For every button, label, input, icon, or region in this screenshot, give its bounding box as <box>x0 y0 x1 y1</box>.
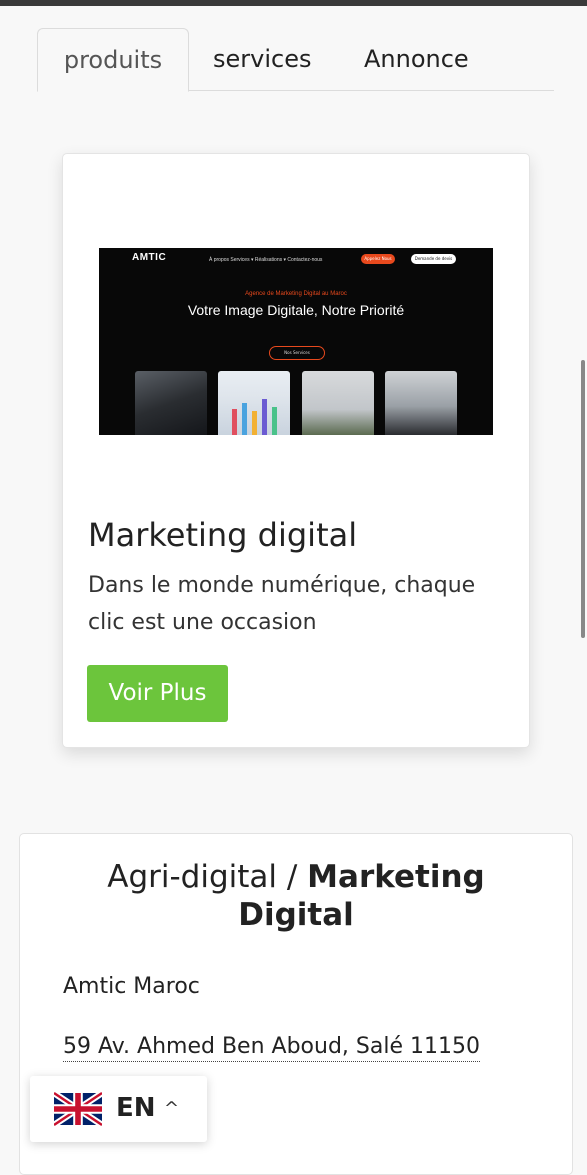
amtic-logo: AMTIC <box>132 252 167 263</box>
language-switcher[interactable]: EN ^ <box>30 1076 207 1142</box>
company-name: Amtic Maroc <box>63 974 200 999</box>
uk-flag-icon <box>54 1090 102 1128</box>
info-title-light: Agri-digital / <box>107 859 308 895</box>
chevron-up-icon: ^ <box>164 1098 180 1119</box>
image-cta-quote: Demande de devis <box>411 254 456 264</box>
chart-graphic <box>232 399 277 435</box>
product-card: AMTIC À propos Services ▾ Réalisations ▾… <box>62 153 530 748</box>
scrollbar[interactable] <box>581 360 585 638</box>
product-description: Dans le monde numérique, chaque clic est… <box>88 573 476 635</box>
tab-services[interactable]: services <box>213 28 311 90</box>
address-link[interactable]: 59 Av. Ahmed Ben Aboud, Salé 11150 <box>63 1034 480 1062</box>
image-cta-call: Appelez Nous <box>361 254 395 264</box>
image-headline: Votre Image Digitale, Notre Priorité <box>187 302 405 318</box>
image-thumb-code <box>135 371 207 435</box>
language-code: EN <box>116 1093 156 1123</box>
info-title: Agri-digital / Marketing Digital <box>60 858 532 934</box>
voir-plus-button[interactable]: Voir Plus <box>87 665 228 722</box>
image-services-button: Nos Services <box>269 346 325 360</box>
product-image[interactable]: AMTIC À propos Services ▾ Réalisations ▾… <box>99 248 493 435</box>
image-kicker: Agence de Marketing Digital au Maroc <box>245 291 347 297</box>
tab-bar: produits services Annonce <box>37 28 554 92</box>
top-bar <box>0 0 587 6</box>
image-thumb-office <box>385 371 457 435</box>
image-thumb-desk <box>302 371 374 435</box>
image-thumb-chart <box>218 371 290 435</box>
tab-annonce[interactable]: Annonce <box>364 28 469 90</box>
image-nav: À propos Services ▾ Réalisations ▾ Conta… <box>209 257 323 263</box>
tab-produits[interactable]: produits <box>37 28 189 92</box>
product-title: Marketing digital <box>88 516 358 554</box>
